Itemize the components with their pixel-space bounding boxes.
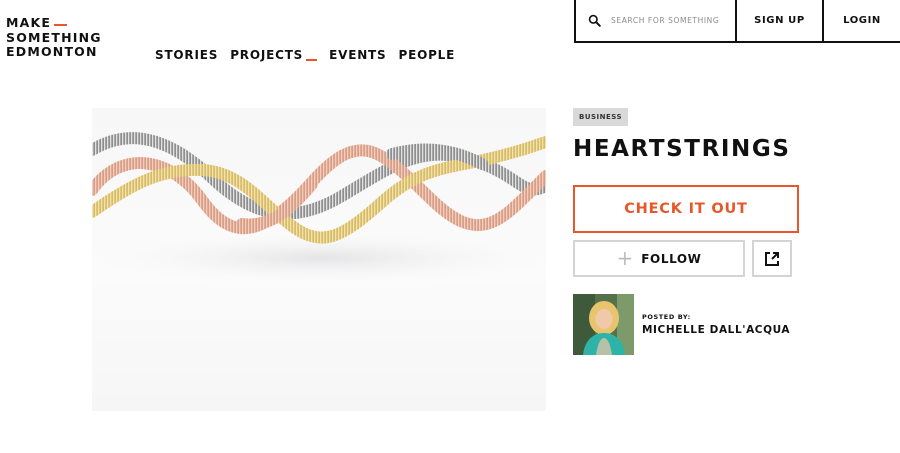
search-input[interactable]: SEARCH FOR SOMETHING	[576, 0, 737, 41]
sign-up-button[interactable]: SIGN UP	[737, 0, 824, 41]
site-logo[interactable]: MAKE SOMETHING EDMONTON	[6, 15, 102, 60]
search-placeholder: SEARCH FOR SOMETHING	[611, 16, 720, 25]
braided-strings-photo	[92, 132, 546, 284]
external-link-icon	[765, 251, 779, 266]
nav-item-projects-label: PROJECTS	[230, 48, 304, 62]
search-icon	[588, 14, 601, 27]
logo-line-edmonton: EDMONTON	[6, 44, 98, 59]
author-avatar[interactable]	[573, 294, 634, 355]
logo-accent-dash	[54, 23, 68, 26]
nav-item-stories[interactable]: STORIES	[155, 48, 218, 62]
nav-item-projects[interactable]: PROJECTS	[230, 48, 318, 62]
author-name[interactable]: MICHELLE DALL'ACQUA	[642, 324, 790, 336]
project-hero-image	[92, 108, 546, 411]
posted-by-label: POSTED BY:	[642, 313, 691, 321]
external-link-button[interactable]	[752, 240, 792, 277]
utility-bar: SEARCH FOR SOMETHING SIGN UP LOGIN	[574, 0, 900, 43]
project-title: HEARTSTRINGS	[573, 136, 791, 162]
nav-item-events[interactable]: EVENTS	[329, 48, 386, 62]
logo-line-make: MAKE	[6, 15, 102, 31]
login-button[interactable]: LOGIN	[824, 0, 900, 41]
nav-item-people[interactable]: PEOPLE	[398, 48, 455, 62]
author-photo	[573, 294, 634, 355]
follow-label: FOLLOW	[641, 251, 702, 266]
active-indicator	[306, 58, 318, 61]
plus-icon: +	[616, 245, 634, 270]
follow-button[interactable]: + FOLLOW	[573, 240, 745, 277]
category-badge[interactable]: BUSINESS	[573, 108, 629, 126]
logo-line-something: SOMETHING	[6, 29, 102, 45]
main-nav: STORIES PROJECTS EVENTS PEOPLE	[155, 48, 455, 62]
check-it-out-button[interactable]: CHECK IT OUT	[573, 185, 799, 233]
